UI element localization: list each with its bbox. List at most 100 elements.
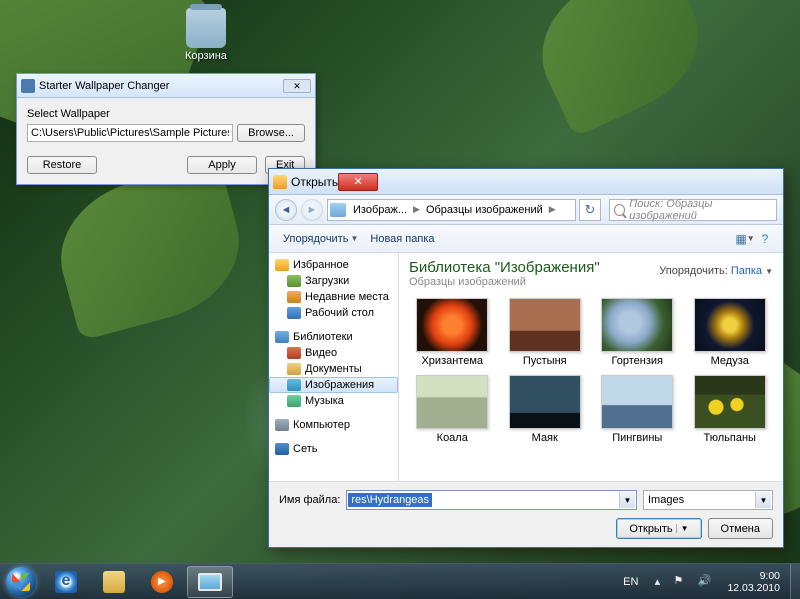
chevron-right-icon[interactable]: ▶ [411,204,422,215]
thumbnail-icon [509,298,581,352]
libraries-group[interactable]: Библиотеки [269,329,398,345]
cancel-button[interactable]: Отмена [708,518,773,539]
thumbnail-icon [694,375,766,429]
clock[interactable]: 9:00 12.03.2010 [721,570,786,594]
file-thumb[interactable]: Пустыня [502,298,589,367]
show-desktop-button[interactable] [790,564,800,599]
thumbnail-icon [416,298,488,352]
recent-icon [287,291,301,303]
thumbnail-icon [509,375,581,429]
thumbnail-icon [694,298,766,352]
changer-titlebar[interactable]: Starter Wallpaper Changer ✕ [17,74,315,98]
documents-icon [287,363,301,375]
crumb-segment[interactable]: Образцы изображений [422,204,547,216]
open-file-dialog: Открыть ✕ ◄ ► Изображ... ▶ Образцы изобр… [268,168,784,548]
dialog-title: Открыть [291,175,338,189]
images-icon [287,379,301,391]
sidebar-item-recent[interactable]: Недавние места [269,289,398,305]
file-list-pane: Библиотека "Изображения" Образцы изображ… [399,253,783,481]
star-icon [275,259,289,271]
taskbar-item-wallpaper-changer[interactable] [187,566,233,598]
changer-title: Starter Wallpaper Changer [39,80,169,92]
file-thumb[interactable]: Пингвины [594,375,681,444]
recycle-bin-label: Корзина [185,50,227,62]
chevron-down-icon[interactable]: ▼ [676,524,689,533]
date: 12.03.2010 [727,582,780,594]
taskbar-item-wmp[interactable] [139,566,185,598]
navigation-tree: Избранное Загрузки Недавние места Рабочи… [269,253,399,481]
network-group[interactable]: Сеть [269,441,398,457]
filename-label: Имя файла: [279,494,340,506]
action-center-icon[interactable]: ⚑ [673,574,689,590]
sidebar-item-music[interactable]: Музыка [269,393,398,409]
taskbar-item-explorer[interactable] [91,566,137,598]
file-thumb[interactable]: Тюльпаны [687,375,774,444]
thumbnail-grid: Хризантема Пустыня Гортензия Медуза Коал… [399,292,783,481]
music-icon [287,395,301,407]
libraries-icon [275,331,289,343]
start-button[interactable] [0,564,42,599]
language-indicator[interactable]: EN [620,576,641,588]
command-toolbar: Упорядочить ▼ Новая папка ▦ ▼ ? [269,225,783,253]
file-thumb[interactable]: Гортензия [594,298,681,367]
folder-icon [103,571,125,593]
sidebar-item-desktop[interactable]: Рабочий стол [269,305,398,321]
file-thumb[interactable]: Хризантема [409,298,496,367]
sidebar-item-video[interactable]: Видео [269,345,398,361]
help-button[interactable]: ? [755,230,775,248]
dialog-bottom-bar: Имя файла: res\Hydrangeas ▼ Images ▼ Отк… [269,481,783,547]
recycle-bin-icon[interactable]: Корзина [185,8,227,62]
sort-by-control[interactable]: Упорядочить: Папка ▼ [659,259,773,288]
thumbnail-icon [601,375,673,429]
file-thumb[interactable]: Маяк [502,375,589,444]
ie-icon [55,571,77,593]
monitor-icon [198,573,222,591]
chevron-right-icon[interactable]: ▶ [547,204,558,215]
favorites-group[interactable]: Избранное [269,257,398,273]
nav-forward-button[interactable]: ► [301,199,323,221]
dialog-titlebar[interactable]: Открыть ✕ [269,169,783,195]
close-button[interactable]: ✕ [283,79,311,93]
taskbar-item-ie[interactable] [43,566,89,598]
wallpaper-path-input[interactable] [27,124,233,142]
media-player-icon [151,571,173,593]
search-input[interactable]: Поиск: Образцы изображений [609,199,777,221]
computer-icon [275,419,289,431]
volume-icon[interactable]: 🔊 [697,574,713,590]
new-folder-button[interactable]: Новая папка [364,229,440,249]
desktop-icon [287,307,301,319]
view-options-button[interactable]: ▦ ▼ [735,230,755,248]
video-icon [287,347,301,359]
file-thumb[interactable]: Медуза [687,298,774,367]
sidebar-item-images[interactable]: Изображения [269,377,398,393]
nav-back-button[interactable]: ◄ [275,199,297,221]
apply-button[interactable]: Apply [187,156,257,174]
sidebar-item-documents[interactable]: Документы [269,361,398,377]
refresh-button[interactable]: ↻ [579,199,601,221]
chevron-down-icon[interactable]: ▼ [619,492,635,508]
breadcrumb[interactable]: Изображ... ▶ Образцы изображений ▶ [327,199,576,221]
chevron-down-icon[interactable]: ▼ [755,492,771,508]
search-placeholder: Поиск: Образцы изображений [629,198,772,222]
computer-group[interactable]: Компьютер [269,417,398,433]
windows-logo-icon [6,567,36,597]
organize-menu[interactable]: Упорядочить ▼ [277,229,364,249]
downloads-icon [287,275,301,287]
file-type-filter[interactable]: Images ▼ [643,490,773,510]
taskbar: EN ▴ ⚑ 🔊 9:00 12.03.2010 [0,563,800,599]
filename-input[interactable]: res\Hydrangeas ▼ [346,490,637,510]
tray-chevron-icon[interactable]: ▴ [649,574,665,590]
library-subtitle: Образцы изображений [409,276,659,288]
crumb-segment[interactable]: Изображ... [349,204,411,216]
thumbnail-icon [601,298,673,352]
restore-button[interactable]: Restore [27,156,97,174]
file-thumb[interactable]: Коала [409,375,496,444]
dialog-close-button[interactable]: ✕ [338,173,378,191]
browse-button[interactable]: Browse... [237,124,305,142]
nav-toolbar: ◄ ► Изображ... ▶ Образцы изображений ▶ ↻… [269,195,783,225]
filename-value: res\Hydrangeas [348,493,432,507]
search-icon [614,204,625,216]
open-button[interactable]: Открыть▼ [616,518,701,539]
system-tray: EN ▴ ⚑ 🔊 9:00 12.03.2010 [616,570,790,594]
sidebar-item-downloads[interactable]: Загрузки [269,273,398,289]
